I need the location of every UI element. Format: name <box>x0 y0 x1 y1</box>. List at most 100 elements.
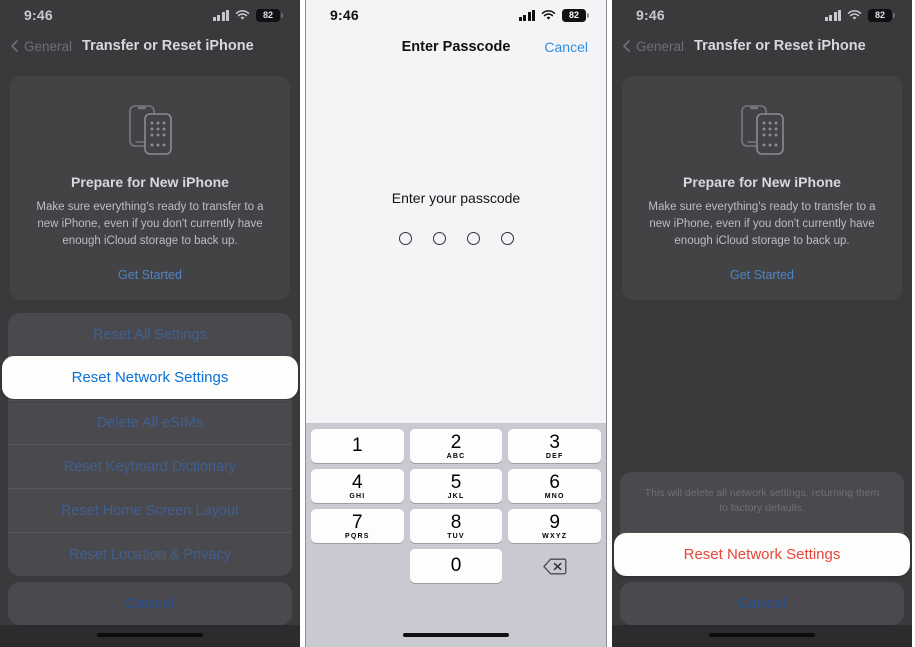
keypad-blank <box>311 549 404 583</box>
sheet-item-reset-keyboard-dictionary[interactable]: Reset Keyboard Dictionary <box>8 445 292 489</box>
keypad-row: 0 <box>311 549 601 583</box>
battery-icon: 82 <box>256 8 283 22</box>
key-2-number: 2 <box>450 431 462 453</box>
key-5[interactable]: 5 JKL <box>409 469 503 503</box>
confirm-reset-action-sheet: This will delete all network settings, r… <box>614 472 910 625</box>
key-7-letters: PQRS <box>345 532 370 540</box>
key-3-letters: DEF <box>545 452 564 460</box>
key-6[interactable]: 6 MNO <box>508 469 602 503</box>
sheet-cancel-button[interactable]: Cancel <box>8 582 292 625</box>
cellular-bars-icon <box>518 9 535 21</box>
highlighted-reset-network-settings[interactable]: Reset Network Settings <box>614 533 910 576</box>
passcode-dot <box>398 232 412 245</box>
key-7-number: 7 <box>352 511 363 533</box>
two-iphones-icon <box>636 92 888 166</box>
two-iphones-icon <box>24 92 276 166</box>
nav-bar: General Transfer or Reset iPhone <box>0 30 300 62</box>
card-title: Prepare for New iPhone <box>71 174 229 190</box>
home-indicator <box>709 633 815 637</box>
battery-icon: 82 <box>562 8 589 22</box>
wifi-icon <box>541 9 556 21</box>
key-5-letters: JKL <box>447 492 465 500</box>
get-started-link[interactable]: Get Started <box>636 268 888 282</box>
sheet-item-reset-home-screen-layout[interactable]: Reset Home Screen Layout <box>8 489 292 533</box>
passcode-prompt-area: Enter your passcode <box>306 190 606 245</box>
key-6-letters: MNO <box>544 492 565 500</box>
keypad-row: 7 PQRS 8 TUV 9 WXYZ <box>311 509 602 543</box>
highlighted-reset-network-settings[interactable]: Reset Network Settings <box>2 356 298 399</box>
key-0[interactable]: 0 <box>409 549 503 583</box>
key-8-letters: TUV <box>447 532 465 540</box>
battery-icon: 82 <box>868 8 895 22</box>
keypad-row: 4 GHI 5 JKL 6 MNO <box>311 469 602 503</box>
key-4[interactable]: 4 GHI <box>311 469 404 503</box>
passcode-dot <box>466 232 480 245</box>
passcode-prompt: Enter your passcode <box>391 190 521 206</box>
status-indicators: 82 <box>212 8 283 22</box>
key-0-number: 0 <box>450 555 462 576</box>
home-indicator <box>403 633 509 637</box>
numeric-keypad: 1 2 ABC 3 DEF 4 GHI 5 JKL 6 MNO 7 PQRS 8… <box>306 423 606 591</box>
alert-cancel-button[interactable]: Cancel <box>620 582 904 625</box>
nav-back-label[interactable]: General <box>24 39 72 54</box>
chevron-left-icon[interactable] <box>620 39 634 53</box>
status-bar: 9:46 82 <box>306 0 606 30</box>
reset-action-sheet: Reset All Settings Reset Network Setting… <box>2 313 298 625</box>
key-1[interactable]: 1 <box>311 429 404 463</box>
key-8-number: 8 <box>450 511 462 533</box>
key-9-letters: WXYZ <box>542 532 568 540</box>
card-title: Prepare for New iPhone <box>683 174 841 190</box>
sheet-item-reset-all-settings[interactable]: Reset All Settings <box>8 313 292 357</box>
home-indicator <box>97 633 203 637</box>
page-title: Transfer or Reset iPhone <box>694 38 866 54</box>
panel-confirm-reset: 9:46 82 General Transfer or Reset iPhone <box>612 0 912 647</box>
cellular-bars-icon <box>212 9 229 21</box>
passcode-title: Enter Passcode <box>401 39 511 55</box>
key-3[interactable]: 3 DEF <box>508 429 602 463</box>
sheet-ghost-label: Reset <box>133 548 167 563</box>
battery-level: 82 <box>568 10 579 20</box>
chevron-left-icon[interactable] <box>8 39 22 53</box>
card-body: Make sure everything's ready to transfer… <box>36 201 264 247</box>
key-5-number: 5 <box>450 471 462 493</box>
wifi-icon <box>235 9 250 21</box>
card-body: Make sure everything's ready to transfer… <box>648 201 876 247</box>
alert-message: This will delete all network settings, r… <box>644 487 880 514</box>
key-8[interactable]: 8 TUV <box>409 509 503 543</box>
status-indicators: 82 <box>824 8 895 22</box>
passcode-dots <box>306 232 606 245</box>
status-bar: 9:46 82 <box>612 0 912 30</box>
key-9-number: 9 <box>549 511 560 533</box>
key-9[interactable]: 9 WXYZ <box>508 509 602 543</box>
prepare-for-new-iphone-card: Prepare for New iPhone Make sure everyth… <box>622 76 902 300</box>
status-indicators: 82 <box>518 8 589 22</box>
sheet-item-delete-all-esims[interactable]: Delete All eSIMs <box>8 401 292 445</box>
nav-back-label[interactable]: General <box>636 39 684 54</box>
passcode-nav-bar: Enter Passcode Cancel <box>306 30 606 64</box>
battery-level: 82 <box>262 10 273 20</box>
panel-enter-passcode: 9:46 82 Enter Passcode Cancel Enter your… <box>305 0 607 647</box>
keypad-row: 1 2 ABC 3 DEF <box>311 429 602 463</box>
prepare-for-new-iphone-card: Prepare for New iPhone Make sure everyth… <box>10 76 290 300</box>
action-sheet-group: Reset All Settings Reset Network Setting… <box>8 313 292 576</box>
key-1-number: 1 <box>352 435 363 456</box>
battery-level: 82 <box>874 10 885 20</box>
passcode-dot <box>432 232 446 245</box>
status-time: 9:46 <box>330 7 359 23</box>
passcode-dot <box>500 232 514 245</box>
keypad-bottom-area <box>306 591 606 647</box>
passcode-cancel-button[interactable]: Cancel <box>544 39 588 55</box>
delete-backward-icon[interactable] <box>508 549 601 583</box>
key-4-number: 4 <box>352 471 363 493</box>
status-time: 9:46 <box>24 7 53 23</box>
key-3-number: 3 <box>549 431 560 453</box>
page-title: Transfer or Reset iPhone <box>82 38 254 54</box>
key-7[interactable]: 7 PQRS <box>311 509 404 543</box>
nav-bar: General Transfer or Reset iPhone <box>612 30 912 62</box>
key-2[interactable]: 2 ABC <box>409 429 503 463</box>
get-started-link[interactable]: Get Started <box>24 268 276 282</box>
three-panel-screenshot: 9:46 82 General Transfer or Reset iPhone <box>0 0 915 647</box>
panel-reset-options: 9:46 82 General Transfer or Reset iPhone <box>0 0 300 647</box>
status-bar: 9:46 82 <box>0 0 300 30</box>
cellular-bars-icon <box>824 9 841 21</box>
